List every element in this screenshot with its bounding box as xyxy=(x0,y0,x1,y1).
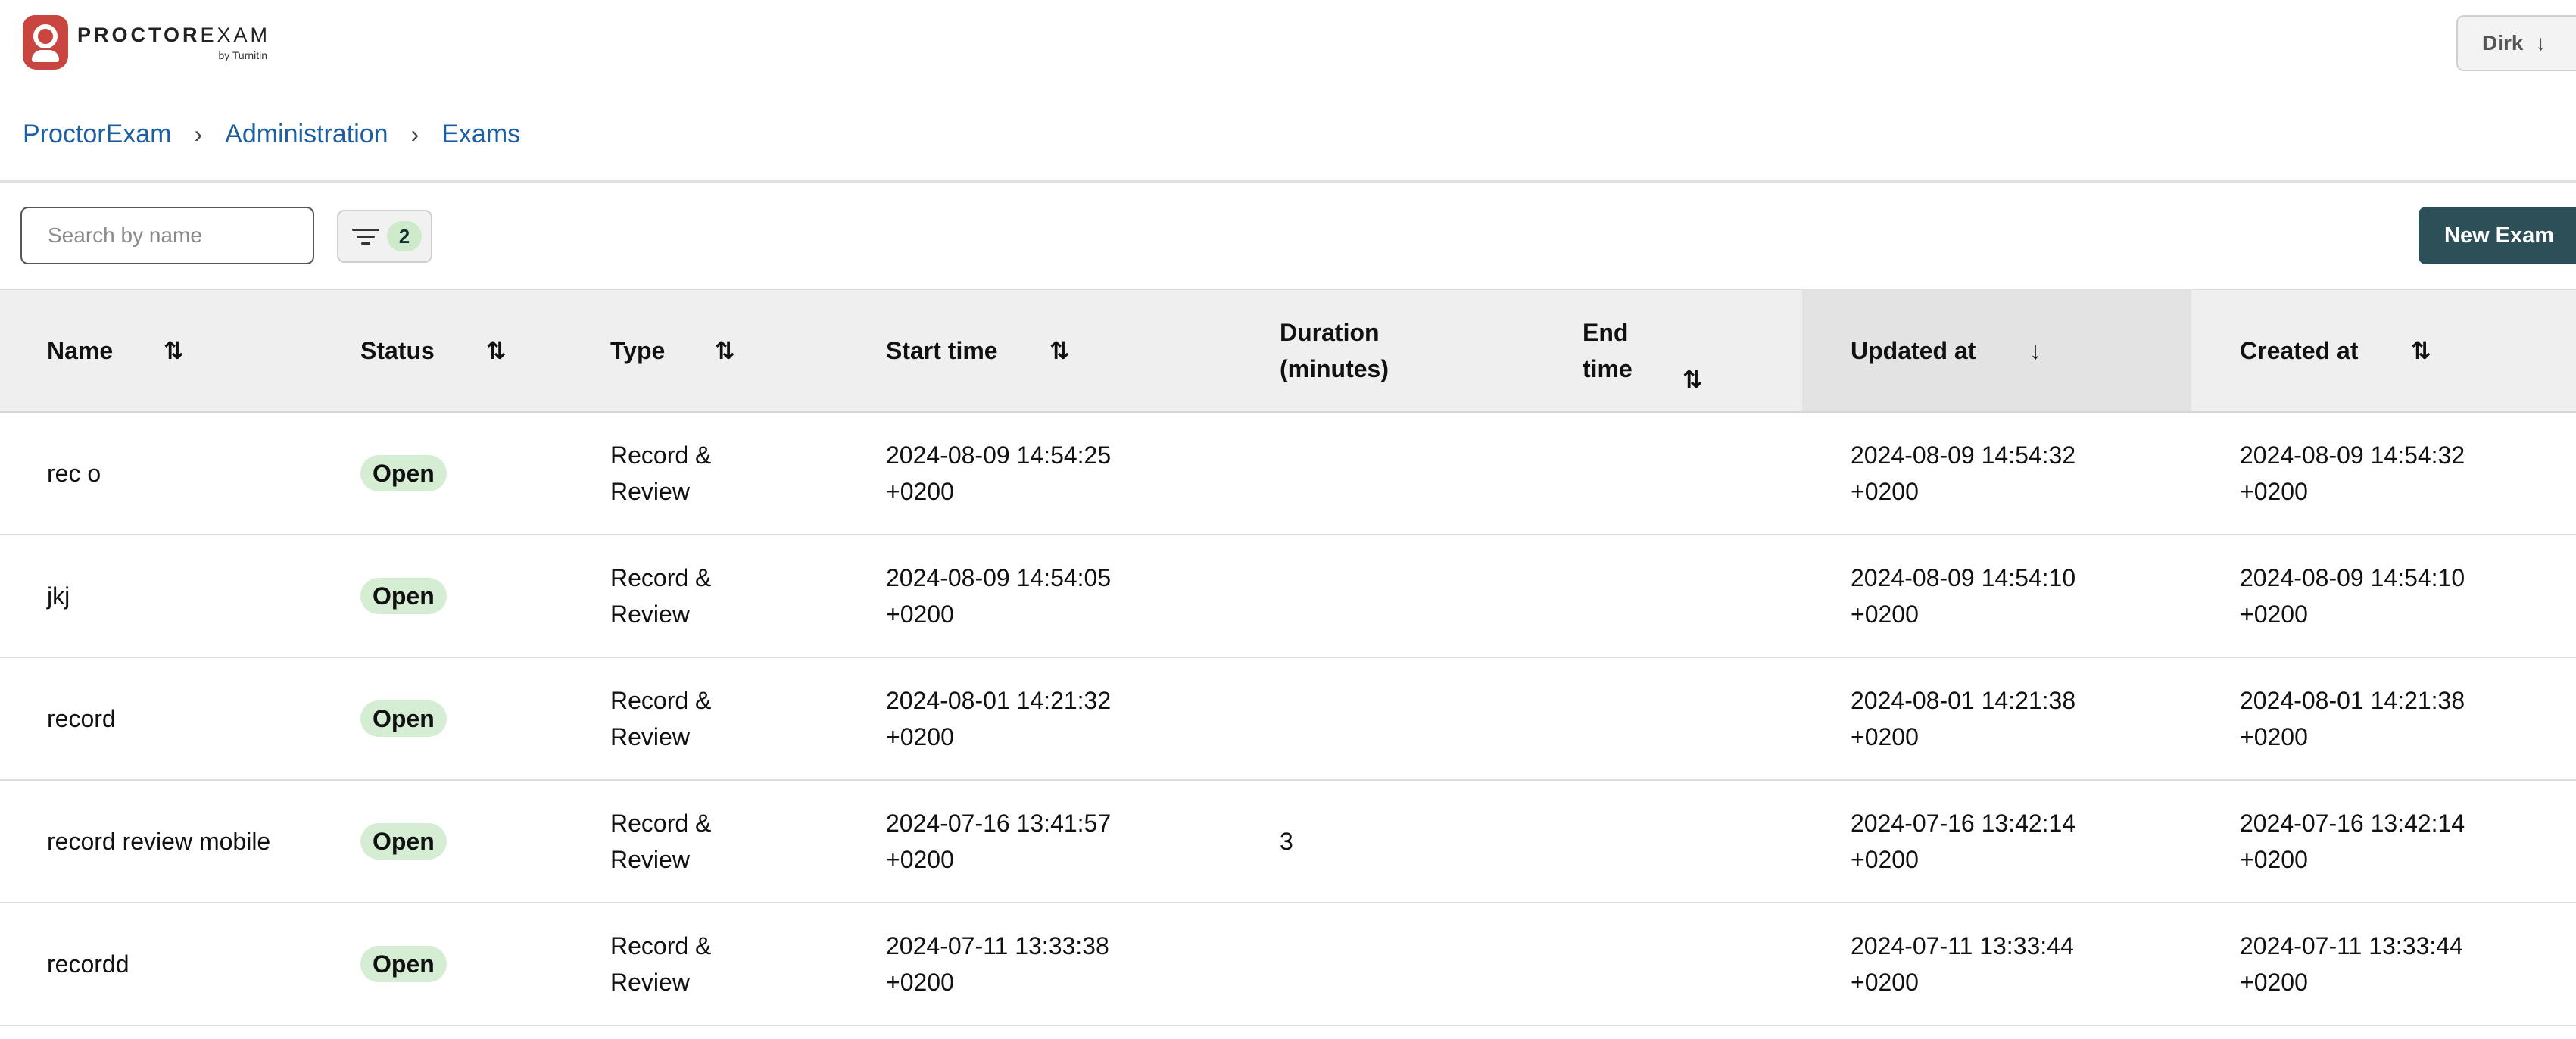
updated-at-cell: 2024-08-01 14:21:38 +0200 xyxy=(1851,687,2076,750)
updated-at-cell: 2024-07-11 13:33:44 +0200 xyxy=(1851,932,2074,996)
chevron-right-icon: › xyxy=(410,120,419,148)
filter-count-badge: 2 xyxy=(387,221,422,251)
table-row[interactable]: recordd Open Record & Review 2024-07-11 13:… xyxy=(0,903,2576,1026)
created-at-cell: 2024-08-09 14:54:32 +0200 xyxy=(2240,441,2465,505)
type-cell: Record & Review xyxy=(610,932,712,996)
new-exam-button[interactable]: New Exam xyxy=(2419,207,2576,264)
status-cell: Open xyxy=(360,658,447,779)
filter-button[interactable]: 2 xyxy=(337,210,432,263)
duration-cell xyxy=(1280,535,1431,657)
chevron-right-icon: › xyxy=(194,120,203,148)
exams-table: Name ⇅ Status ⇅ Type ⇅ Start time ⇅ Dura… xyxy=(0,289,2576,1026)
exam-name-cell: recordd xyxy=(47,950,129,978)
sort-icon[interactable]: ⇅ xyxy=(715,332,735,369)
start-time-cell: 2024-08-09 14:54:05 +0200 xyxy=(886,564,1112,628)
column-header-updated-at[interactable]: Updated at ↓ xyxy=(1802,290,2191,411)
status-badge: Open xyxy=(360,455,447,491)
breadcrumb: ProctorExam › Administration › Exams xyxy=(23,120,520,149)
exam-name-cell: jkj xyxy=(47,582,70,610)
column-header-created-at[interactable]: Created at ⇅ xyxy=(2191,290,2576,411)
table-row[interactable]: jkj Open Record & Review 2024-08-09 14:54:0… xyxy=(0,535,2576,658)
type-cell: Record & Review xyxy=(610,810,712,873)
column-header-name[interactable]: Name ⇅ xyxy=(0,290,318,411)
logo-wordmark: PROCTOR EXAM xyxy=(77,23,271,46)
end-time-cell xyxy=(1583,413,1734,534)
exam-name-cell: record xyxy=(47,705,116,732)
status-badge: Open xyxy=(360,578,447,614)
start-time-cell: 2024-08-09 14:54:25 +0200 xyxy=(886,441,1112,505)
column-header-type[interactable]: Type ⇅ xyxy=(568,290,848,411)
table-header: Name ⇅ Status ⇅ Type ⇅ Start time ⇅ Dura… xyxy=(0,289,2576,413)
search-input[interactable] xyxy=(20,207,314,264)
end-time-cell xyxy=(1583,535,1734,657)
arrow-down-icon[interactable]: ↓ xyxy=(2029,332,2041,369)
user-name: Dirk xyxy=(2482,31,2524,55)
table-row[interactable]: record review mobile Open Record & Review 2… xyxy=(0,781,2576,903)
exam-name-cell: record review mobile xyxy=(47,828,271,855)
sort-icon[interactable]: ⇅ xyxy=(486,332,507,369)
breadcrumb-item-administration[interactable]: Administration xyxy=(225,120,388,149)
table-row[interactable]: record Open Record & Review 2024-08-01 14:2… xyxy=(0,658,2576,781)
type-cell: Record & Review xyxy=(610,564,712,628)
start-time-cell: 2024-08-01 14:21:32 +0200 xyxy=(886,687,1112,750)
start-time-cell: 2024-07-16 13:41:57 +0200 xyxy=(886,810,1112,873)
end-time-cell xyxy=(1583,658,1734,779)
created-at-cell: 2024-08-09 14:54:10 +0200 xyxy=(2240,564,2465,628)
proctorexam-logo-icon xyxy=(23,15,68,70)
user-menu-button[interactable]: Dirk ↓ xyxy=(2456,15,2576,71)
status-cell: Open xyxy=(360,413,447,534)
status-cell: Open xyxy=(360,903,447,1025)
status-cell: Open xyxy=(360,535,447,657)
duration-cell xyxy=(1280,413,1431,534)
column-header-end-time[interactable]: End time ⇅ xyxy=(1545,290,1802,411)
status-badge: Open xyxy=(360,700,447,737)
duration-cell xyxy=(1280,903,1431,1025)
sort-icon[interactable]: ⇅ xyxy=(2411,332,2431,369)
type-cell: Record & Review xyxy=(610,687,712,750)
end-time-cell xyxy=(1583,781,1734,902)
end-time-cell xyxy=(1583,903,1734,1025)
column-header-duration: Duration (minutes) xyxy=(1280,319,1389,382)
sort-icon[interactable]: ⇅ xyxy=(1049,332,1070,369)
logo-subtitle: by Turnitin xyxy=(218,48,268,61)
sort-icon[interactable]: ⇅ xyxy=(164,332,184,369)
type-cell: Record & Review xyxy=(610,441,712,505)
updated-at-cell: 2024-07-16 13:42:14 +0200 xyxy=(1851,810,2076,873)
updated-at-cell: 2024-08-09 14:54:32 +0200 xyxy=(1851,441,2076,505)
updated-at-cell: 2024-08-09 14:54:10 +0200 xyxy=(1851,564,2076,628)
sort-icon[interactable]: ⇅ xyxy=(1683,361,1703,398)
created-at-cell: 2024-07-16 13:42:14 +0200 xyxy=(2240,810,2465,873)
created-at-cell: 2024-07-11 13:33:44 +0200 xyxy=(2240,932,2463,996)
filter-icon xyxy=(352,226,379,247)
header-divider xyxy=(0,180,2576,183)
duration-cell xyxy=(1280,658,1431,779)
column-header-status[interactable]: Status ⇅ xyxy=(318,290,568,411)
status-cell: Open xyxy=(360,781,447,902)
column-header-start-time[interactable]: Start time ⇅ xyxy=(848,290,1242,411)
start-time-cell: 2024-07-11 13:33:38 +0200 xyxy=(886,932,1109,996)
breadcrumb-item-exams[interactable]: Exams xyxy=(441,120,520,149)
status-badge: Open xyxy=(360,823,447,860)
duration-cell: 3 xyxy=(1280,828,1293,855)
breadcrumb-item-proctorexam[interactable]: ProctorExam xyxy=(23,120,172,149)
table-row[interactable]: rec o Open Record & Review 2024-08-09 14:54… xyxy=(0,413,2576,535)
exam-name-cell: rec o xyxy=(47,460,101,487)
created-at-cell: 2024-08-01 14:21:38 +0200 xyxy=(2240,687,2465,750)
status-badge: Open xyxy=(360,946,447,982)
arrow-down-icon: ↓ xyxy=(2535,31,2546,55)
proctorexam-logo[interactable]: PROCTOR EXAM by Turnitin xyxy=(23,15,270,70)
